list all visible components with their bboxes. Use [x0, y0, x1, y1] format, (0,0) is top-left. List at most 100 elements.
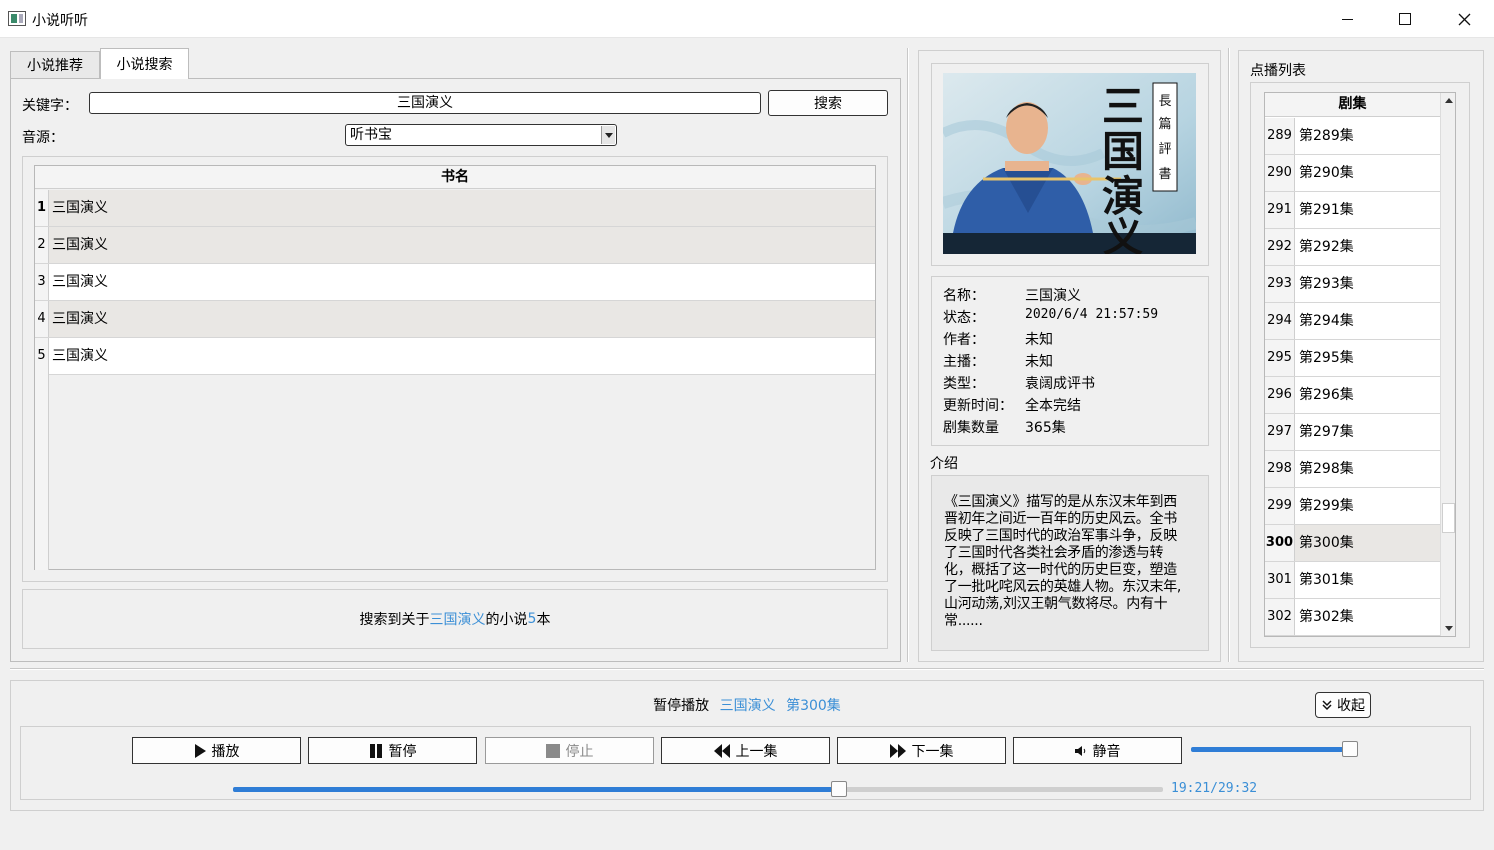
scroll-up-icon[interactable]: [1441, 93, 1455, 109]
episode-name: 第294集: [1299, 313, 1354, 329]
row-book-name: 三国演义: [52, 200, 108, 216]
info-narrator-value: 未知: [1025, 354, 1053, 370]
episode-name: 第289集: [1299, 128, 1354, 144]
maximize-button[interactable]: [1376, 0, 1434, 38]
search-status: 搜索到关于 三国演义 的小说 5 本: [22, 589, 888, 649]
row-book-name: 三国演义: [52, 311, 108, 327]
player-episode: 第300集: [786, 698, 841, 714]
volume-slider-track[interactable]: [1191, 747, 1351, 752]
info-status-label: 状态：: [943, 310, 985, 326]
episode-number: 295: [1265, 340, 1295, 376]
episode-row[interactable]: 302 第302集: [1265, 599, 1440, 636]
pause-icon: [369, 743, 383, 758]
next-episode-button[interactable]: 下一集: [837, 737, 1006, 764]
now-playing: 暂停播放 三国演义 第300集: [0, 695, 1494, 715]
episode-name: 第295集: [1299, 350, 1354, 366]
keyword-input[interactable]: 三国演义: [89, 92, 761, 114]
search-button[interactable]: 搜索: [768, 90, 888, 116]
episode-scrollbar[interactable]: [1440, 93, 1455, 636]
episode-name: 第292集: [1299, 239, 1354, 255]
play-icon: [194, 743, 206, 758]
scrollbar-thumb[interactable]: [1442, 503, 1455, 533]
info-episodes-label: 剧集数量: [943, 420, 999, 436]
keyword-label: 关键字：: [22, 98, 78, 114]
mute-button[interactable]: 静音: [1013, 737, 1182, 764]
fast-forward-icon: [889, 743, 906, 758]
stop-button[interactable]: 停止: [485, 737, 654, 764]
episode-number: 292: [1265, 229, 1295, 265]
vertical-splitter[interactable]: [1228, 48, 1230, 662]
close-button[interactable]: [1435, 0, 1493, 38]
episode-name: 第297集: [1299, 424, 1354, 440]
episode-row[interactable]: 292 第292集: [1265, 229, 1440, 266]
pause-label: 暂停: [388, 743, 417, 760]
episode-row[interactable]: 295 第295集: [1265, 340, 1440, 377]
episode-number: 299: [1265, 488, 1295, 524]
episode-row[interactable]: 299 第299集: [1265, 488, 1440, 525]
episode-row[interactable]: 290 第290集: [1265, 155, 1440, 192]
previous-episode-button[interactable]: 上一集: [661, 737, 830, 764]
row-number: 1: [35, 190, 49, 226]
source-select[interactable]: 听书宝: [345, 124, 617, 146]
info-name-value: 三国演义: [1025, 288, 1081, 304]
intro-label: 介绍: [930, 456, 958, 472]
episode-row[interactable]: 293 第293集: [1265, 266, 1440, 303]
episode-name: 第301集: [1299, 572, 1354, 588]
vertical-splitter[interactable]: [907, 48, 909, 662]
table-row[interactable]: 5 三国演义: [35, 338, 875, 375]
episode-row[interactable]: 294 第294集: [1265, 303, 1440, 340]
cover-title-char-1: 三: [1102, 82, 1144, 131]
episode-row[interactable]: 296 第296集: [1265, 377, 1440, 414]
row-number: 2: [35, 227, 49, 263]
window-title: 小说听听: [32, 13, 88, 29]
episode-column-header[interactable]: 剧集: [1265, 93, 1440, 117]
episode-table[interactable]: 剧集 289 第289集 290 第290集 291 第291集 292 第292集 293 第2…: [1264, 92, 1456, 637]
episode-row[interactable]: 298 第298集: [1265, 451, 1440, 488]
progress-slider-track[interactable]: [233, 787, 1163, 792]
results-table[interactable]: 书名 1 三国演义 2 三国演义 3 三国演义 4 三国演义 5 三国演义: [34, 165, 876, 570]
table-row[interactable]: 2 三国演义: [35, 227, 875, 264]
episode-number: 296: [1265, 377, 1295, 413]
horizontal-splitter[interactable]: [10, 668, 1484, 670]
collapse-button[interactable]: 收起: [1315, 692, 1371, 718]
row-book-name: 三国演义: [52, 274, 108, 290]
episode-row[interactable]: 291 第291集: [1265, 192, 1440, 229]
title-bar: 小说听听: [0, 0, 1494, 38]
results-column-header[interactable]: 书名: [35, 166, 875, 189]
row-number: 4: [35, 301, 49, 337]
status-count: 5: [527, 611, 537, 627]
scroll-down-icon[interactable]: [1441, 620, 1455, 636]
progress-slider-handle[interactable]: [831, 781, 847, 797]
table-row[interactable]: 3 三国演义: [35, 264, 875, 301]
table-row[interactable]: 4 三国演义: [35, 301, 875, 338]
episode-row[interactable]: 297 第297集: [1265, 414, 1440, 451]
cover-title-char-4: 义: [1103, 214, 1143, 254]
tab-recommend[interactable]: 小说推荐: [10, 51, 100, 78]
row-book-name: 三国演义: [52, 237, 108, 253]
episode-name: 第296集: [1299, 387, 1354, 403]
stop-icon: [545, 743, 560, 758]
play-label: 播放: [211, 743, 240, 760]
book-cover-image: 長 篇 評 書 三 国 演 义: [940, 73, 1198, 261]
minimize-button[interactable]: [1318, 0, 1376, 38]
episode-row[interactable]: 289 第289集: [1265, 118, 1440, 155]
info-episodes-value: 365集: [1025, 420, 1066, 436]
tab-search[interactable]: 小说搜索: [100, 48, 189, 79]
episode-name: 第298集: [1299, 461, 1354, 477]
info-author-label: 作者：: [943, 332, 985, 348]
volume-slider-handle[interactable]: [1342, 741, 1358, 757]
table-row[interactable]: 1 三国演义: [35, 190, 875, 227]
info-status-value: 2020/6/4 21:57:59: [1025, 307, 1159, 322]
dropdown-arrow-icon[interactable]: [601, 126, 615, 144]
mute-label: 静音: [1092, 743, 1121, 760]
episode-number: 293: [1265, 266, 1295, 302]
source-label: 音源：: [22, 130, 64, 146]
episode-row[interactable]: 301 第301集: [1265, 562, 1440, 599]
info-name-label: 名称：: [943, 288, 985, 304]
pause-button[interactable]: 暂停: [308, 737, 477, 764]
play-button[interactable]: 播放: [132, 737, 301, 764]
episode-row[interactable]: 300 第300集: [1265, 525, 1440, 562]
status-suffix: 本: [536, 612, 551, 628]
maximize-icon: [1399, 13, 1411, 25]
row-book-name: 三国演义: [52, 348, 108, 364]
